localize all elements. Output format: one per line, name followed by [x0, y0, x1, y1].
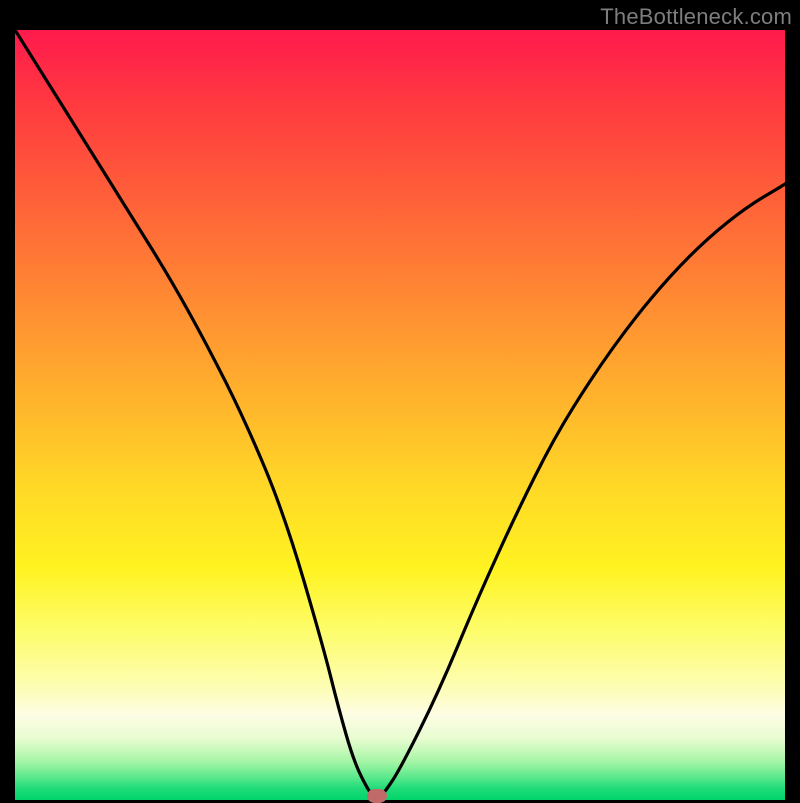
bottleneck-curve [15, 30, 785, 800]
chart-frame [15, 30, 785, 800]
watermark-text: TheBottleneck.com [600, 4, 792, 30]
optimal-point-marker [367, 789, 387, 803]
bottleneck-curve-path [15, 30, 785, 798]
